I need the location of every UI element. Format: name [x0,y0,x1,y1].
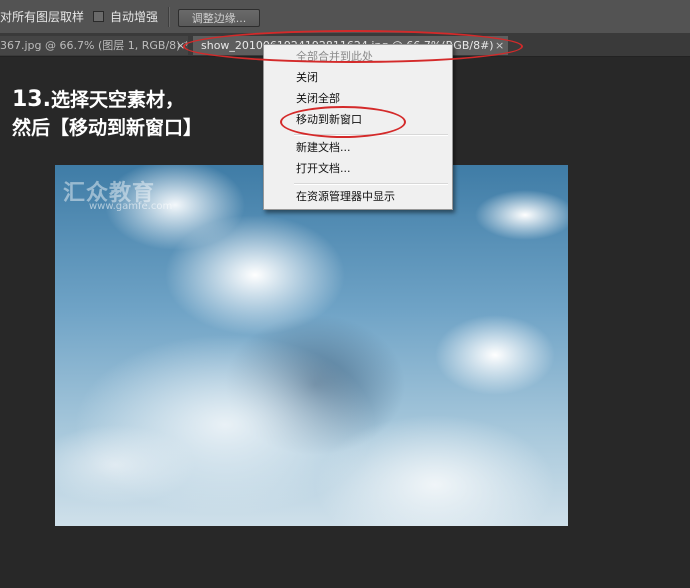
tab-label: 367.jpg @ 66.7% (图层 1, RGB/8) * [0,39,188,52]
menu-item-new-document[interactable]: 新建文档... [264,138,452,158]
tab-context-menu: 全部合并到此处 关闭 关闭全部 移动到新窗口 新建文档... 打开文档... 在… [263,44,453,210]
refine-edge-button[interactable]: 调整边缘... [178,9,260,27]
menu-separator [294,134,448,136]
sample-all-layers-label[interactable]: 对所有图层取样 [0,0,84,34]
watermark-url: www.gamfe.com [89,201,173,212]
menu-item-close[interactable]: 关闭 [264,68,452,88]
options-bar: 对所有图层取样 自动增强 调整边缘... [0,0,690,34]
instruction-line-1: 选择天空素材， [50,89,184,111]
auto-enhance-checkbox[interactable] [93,11,104,22]
menu-item-open-document[interactable]: 打开文档... [264,159,452,179]
menu-item-move-to-new-window[interactable]: 移动到新窗口 [264,110,452,130]
step-number: 13. [12,87,51,112]
options-separator [168,7,170,27]
document-canvas-sky-image[interactable]: 汇众教育 www.gamfe.com [55,165,568,526]
close-icon[interactable]: × [495,36,504,55]
auto-enhance-label[interactable]: 自动增强 [110,0,158,34]
menu-item-close-all[interactable]: 关闭全部 [264,89,452,109]
instruction-line-2: 然后【移动到新窗口】 [12,117,203,139]
menu-item-reveal-in-explorer[interactable]: 在资源管理器中显示 [264,187,452,207]
close-icon[interactable]: × [176,36,185,55]
tab-document-367[interactable]: 367.jpg @ 66.7% (图层 1, RGB/8) * × [0,36,188,55]
menu-item-consolidate-all-here[interactable]: 全部合并到此处 [264,47,452,67]
menu-separator [294,183,448,185]
instruction-text: 13.选择天空素材， 然后【移动到新窗口】 [12,86,202,142]
